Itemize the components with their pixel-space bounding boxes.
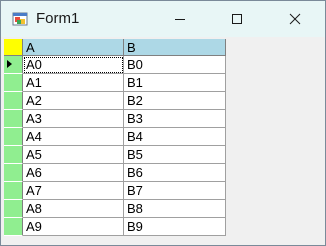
window-title: Form1	[36, 10, 80, 27]
data-grid[interactable]: A B A0 B0 A1 B1 A2 B2 A3 B3 A4 B4 A5 B5 A6 B6 A7 B7 A8 B8…	[4, 39, 226, 237]
maximize-icon	[232, 14, 242, 24]
row-header[interactable]	[4, 92, 23, 110]
app-icon	[12, 12, 28, 26]
table-row[interactable]: A7 B7	[4, 182, 226, 200]
form1-window: Form1 A B A0 B0 A1 B1 A2 B2 A3 B3 A4 B4 A5 B5	[0, 0, 326, 246]
row-header[interactable]	[4, 110, 23, 128]
minimize-icon	[175, 19, 185, 20]
corner-header[interactable]	[4, 39, 23, 56]
table-row[interactable]: A4 B4	[4, 128, 226, 146]
row-header[interactable]	[4, 200, 23, 218]
row-header[interactable]	[4, 164, 23, 182]
cell-a[interactable]: A7	[23, 182, 124, 200]
table-row[interactable]: A3 B3	[4, 110, 226, 128]
table-row[interactable]: A6 B6	[4, 164, 226, 182]
cell-b[interactable]: B5	[124, 146, 226, 164]
table-row[interactable]: A9 B9	[4, 218, 226, 236]
table-row[interactable]: A1 B1	[4, 74, 226, 92]
cell-b[interactable]: B9	[124, 218, 226, 236]
close-icon	[289, 13, 301, 25]
close-button[interactable]	[272, 1, 318, 37]
cell-b[interactable]: B0	[124, 56, 226, 74]
cell-a[interactable]: A6	[23, 164, 124, 182]
row-header[interactable]	[4, 56, 23, 74]
table-row[interactable]: A2 B2	[4, 92, 226, 110]
cell-a[interactable]: A4	[23, 128, 124, 146]
minimize-button[interactable]	[157, 1, 203, 37]
cell-a[interactable]: A8	[23, 200, 124, 218]
cell-a[interactable]: A3	[23, 110, 124, 128]
table-row[interactable]: A5 B5	[4, 146, 226, 164]
cell-a[interactable]: A1	[23, 74, 124, 92]
row-header[interactable]	[4, 128, 23, 146]
table-row[interactable]: A0 B0	[4, 56, 226, 74]
cell-b[interactable]: B3	[124, 110, 226, 128]
row-header[interactable]	[4, 182, 23, 200]
table-row[interactable]: A8 B8	[4, 200, 226, 218]
row-header[interactable]	[4, 146, 23, 164]
cell-b[interactable]: B6	[124, 164, 226, 182]
cell-b[interactable]: B7	[124, 182, 226, 200]
current-row-arrow-icon	[7, 60, 12, 68]
cell-a[interactable]: A5	[23, 146, 124, 164]
grid-header-row: A B	[4, 39, 226, 56]
cell-a[interactable]: A2	[23, 92, 124, 110]
cell-a[interactable]: A0	[23, 56, 124, 74]
cell-a[interactable]: A9	[23, 218, 124, 236]
form-client-area: A B A0 B0 A1 B1 A2 B2 A3 B3 A4 B4 A5 B5 A6 B6 A7 B7 A8 B8…	[1, 37, 325, 245]
row-header[interactable]	[4, 74, 23, 92]
maximize-button[interactable]	[214, 1, 260, 37]
cell-b[interactable]: B8	[124, 200, 226, 218]
cell-b[interactable]: B2	[124, 92, 226, 110]
title-bar[interactable]: Form1	[1, 1, 325, 37]
cell-b[interactable]: B1	[124, 74, 226, 92]
cell-b[interactable]: B4	[124, 128, 226, 146]
column-header-b[interactable]: B	[124, 39, 226, 56]
row-header[interactable]	[4, 218, 23, 236]
column-header-a[interactable]: A	[23, 39, 124, 56]
